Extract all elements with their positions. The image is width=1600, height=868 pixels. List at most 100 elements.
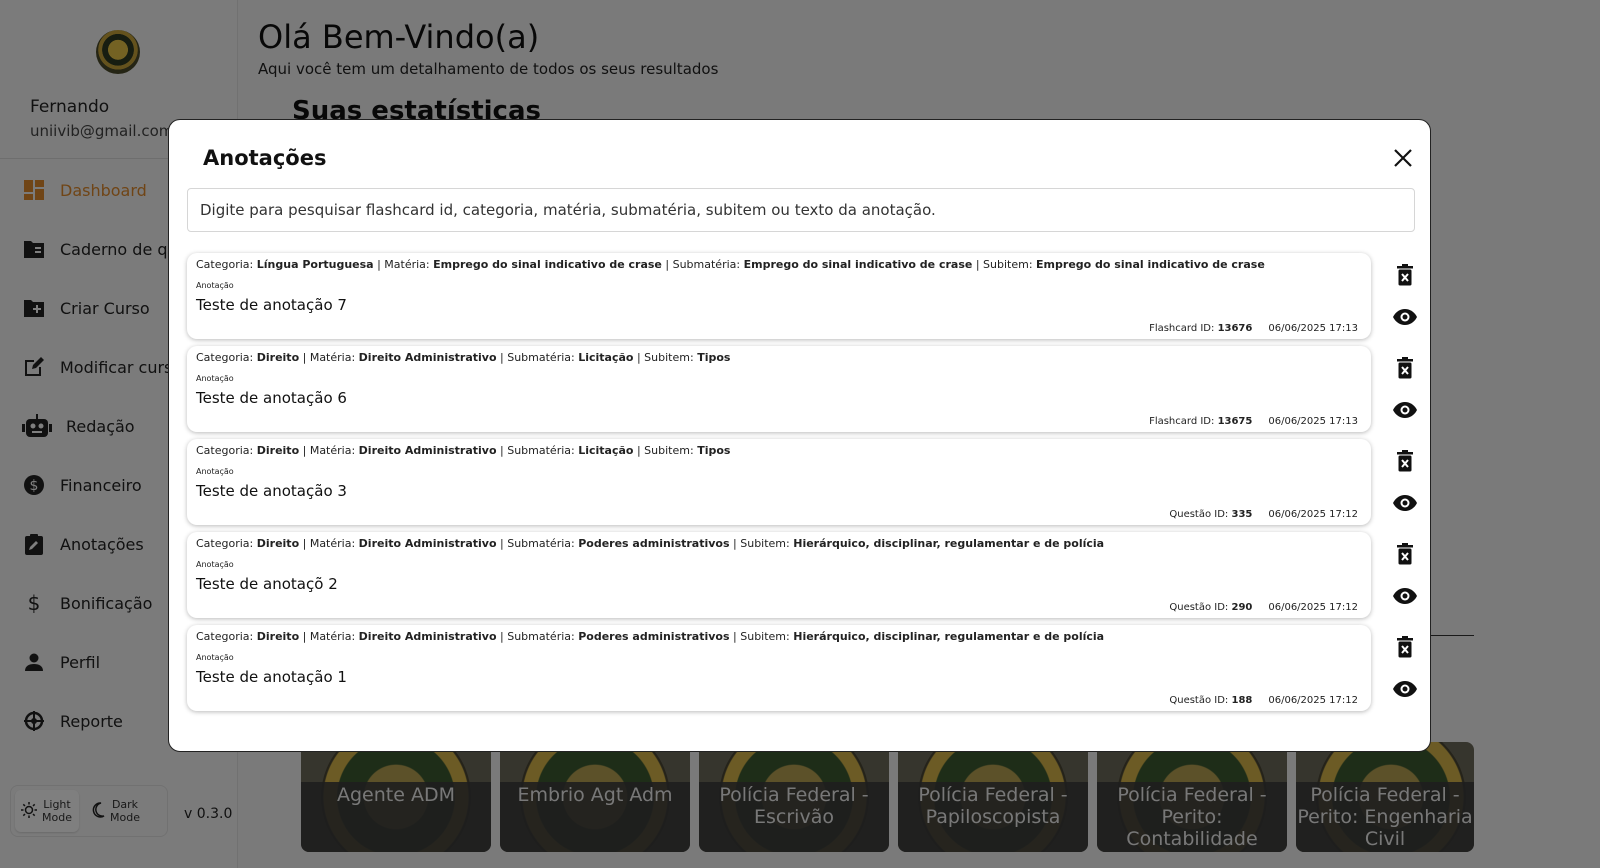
annotation-card[interactable]: Categoria: Direito | Matéria: Direito Ad… [187,625,1371,711]
close-button[interactable] [1391,146,1415,170]
view-button[interactable] [1393,584,1417,608]
id-label: Questão ID: [1169,602,1229,613]
delete-icon [1397,543,1413,565]
id-label: Questão ID: [1169,695,1229,706]
materia-value: Direito Administrativo [358,351,497,364]
annotation-card[interactable]: Categoria: Direito | Matéria: Direito Ad… [187,532,1371,618]
subitem-label: | Subitem: [733,537,790,550]
annotation-meta: Categoria: Direito | Matéria: Direito Ad… [196,630,1104,643]
annotation-date: 06/06/2025 17:13 [1268,323,1358,334]
annotation-tag: Anotação [196,560,234,569]
annotation-meta: Categoria: Língua Portuguesa | Matéria: … [196,258,1265,271]
submateria-label: | Submatéria: [500,537,575,550]
materia-value: Direito Administrativo [358,444,497,457]
id-field: Questão ID: 335 [1169,509,1252,520]
view-button[interactable] [1393,305,1417,329]
annotation-date: 06/06/2025 17:12 [1268,602,1358,613]
id-value: 13676 [1217,323,1253,334]
annotation-text: Teste de anotaçõ 2 [196,575,338,593]
annotation-footer: Questão ID: 335 06/06/2025 17:12 [1169,509,1358,520]
delete-icon [1397,450,1413,472]
view-button[interactable] [1393,398,1417,422]
materia-value: Direito Administrativo [358,630,497,643]
id-label: Flashcard ID: [1149,323,1215,334]
submateria-label: | Submatéria: [665,258,741,271]
subitem-value: Tipos [697,444,731,457]
materia-value: Emprego do sinal indicativo de crase [433,258,662,271]
materia-label: | Matéria: [302,351,356,364]
delete-button[interactable] [1393,263,1417,287]
id-field: Questão ID: 188 [1169,695,1252,706]
categoria-label: Categoria: [196,351,254,364]
id-field: Questão ID: 290 [1169,602,1252,613]
materia-label: | Matéria: [302,630,356,643]
annotation-meta: Categoria: Direito | Matéria: Direito Ad… [196,351,730,364]
annotation-date: 06/06/2025 17:13 [1268,416,1358,427]
materia-label: | Matéria: [377,258,430,271]
subitem-label: | Subitem: [733,630,790,643]
annotation-card[interactable]: Categoria: Direito | Matéria: Direito Ad… [187,346,1371,432]
eye-icon [1393,495,1417,511]
search-input[interactable] [187,188,1415,232]
eye-icon [1393,309,1417,325]
submateria-value: Licitação [578,351,634,364]
annotation-text: Teste de anotação 3 [196,482,347,500]
categoria-label: Categoria: [196,444,254,457]
view-button[interactable] [1393,677,1417,701]
annotation-footer: Questão ID: 188 06/06/2025 17:12 [1169,695,1358,706]
categoria-value: Direito [256,537,300,550]
id-value: 290 [1231,602,1253,613]
id-label: Questão ID: [1169,509,1229,520]
annotation-card[interactable]: Categoria: Direito | Matéria: Direito Ad… [187,439,1371,525]
annotation-text: Teste de anotação 6 [196,389,347,407]
close-icon [1394,149,1412,167]
submateria-label: | Submatéria: [500,351,575,364]
submateria-label: | Submatéria: [500,630,575,643]
view-button[interactable] [1393,491,1417,515]
categoria-value: Direito [256,444,300,457]
annotation-tag: Anotação [196,281,234,290]
subitem-value: Hierárquico, disciplinar, regulamentar e… [793,537,1105,550]
annotations-modal: Anotações Categoria: Língua Portuguesa |… [168,119,1431,752]
annotation-date: 06/06/2025 17:12 [1268,695,1358,706]
submateria-value: Poderes administrativos [578,537,730,550]
modal-title: Anotações [203,146,327,170]
materia-label: | Matéria: [302,537,356,550]
eye-icon [1393,681,1417,697]
categoria-value: Língua Portuguesa [256,258,374,271]
delete-button[interactable] [1393,449,1417,473]
eye-icon [1393,402,1417,418]
delete-button[interactable] [1393,356,1417,380]
annotation-text: Teste de anotação 7 [196,296,347,314]
annotation-text: Teste de anotação 1 [196,668,347,686]
id-field: Flashcard ID: 13675 [1149,416,1252,427]
annotation-card[interactable]: Categoria: Língua Portuguesa | Matéria: … [187,253,1371,339]
materia-value: Direito Administrativo [358,537,497,550]
subitem-value: Tipos [697,351,731,364]
annotation-meta: Categoria: Direito | Matéria: Direito Ad… [196,444,730,457]
categoria-label: Categoria: [196,258,254,271]
annotation-date: 06/06/2025 17:12 [1268,509,1358,520]
annotation-tag: Anotação [196,467,234,476]
categoria-value: Direito [256,630,300,643]
subitem-value: Emprego do sinal indicativo de crase [1036,258,1265,271]
annotation-footer: Questão ID: 290 06/06/2025 17:12 [1169,602,1358,613]
annotation-meta: Categoria: Direito | Matéria: Direito Ad… [196,537,1104,550]
delete-icon [1397,264,1413,286]
annotation-footer: Flashcard ID: 13676 06/06/2025 17:13 [1149,323,1358,334]
id-value: 335 [1231,509,1253,520]
submateria-value: Licitação [578,444,634,457]
subitem-label: | Subitem: [636,444,694,457]
subitem-label: | Subitem: [975,258,1033,271]
materia-label: | Matéria: [302,444,356,457]
delete-icon [1397,357,1413,379]
subitem-value: Hierárquico, disciplinar, regulamentar e… [793,630,1105,643]
id-value: 13675 [1217,416,1253,427]
categoria-label: Categoria: [196,537,254,550]
id-label: Flashcard ID: [1149,416,1215,427]
delete-button[interactable] [1393,542,1417,566]
categoria-label: Categoria: [196,630,254,643]
delete-button[interactable] [1393,635,1417,659]
categoria-value: Direito [256,351,300,364]
id-field: Flashcard ID: 13676 [1149,323,1252,334]
